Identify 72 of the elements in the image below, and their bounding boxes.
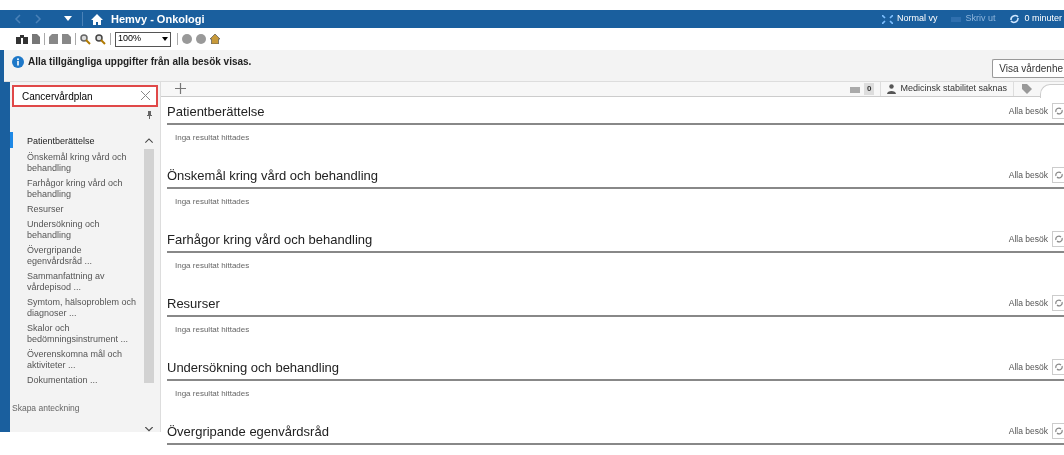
show-care-unit-button[interactable]: Visa vårdenhe bbox=[992, 59, 1064, 78]
page-icon[interactable] bbox=[32, 34, 40, 44]
section-title: Farhågor kring vård och behandling bbox=[167, 230, 373, 249]
visit-filter[interactable]: Alla besök bbox=[1008, 105, 1048, 118]
sidebar-item[interactable]: Övergripande egenvårdsråd ... bbox=[27, 245, 137, 267]
next-page-icon[interactable] bbox=[62, 34, 71, 44]
close-icon[interactable] bbox=[141, 91, 150, 100]
refresh-button[interactable] bbox=[1052, 102, 1064, 119]
refresh-icon bbox=[1055, 234, 1063, 243]
section-title: Önskemål kring vård och behandling bbox=[167, 166, 378, 185]
visit-filter[interactable]: Alla besök bbox=[1008, 169, 1048, 182]
visit-filter[interactable]: Alla besök bbox=[1008, 425, 1048, 438]
scroll-down-icon[interactable] bbox=[145, 427, 153, 432]
no-results-text: Inga resultat hittades bbox=[175, 195, 251, 208]
inbox-icon[interactable] bbox=[850, 84, 860, 93]
info-message: Alla tillgängliga uppgifter från alla besök visas. bbox=[28, 55, 252, 69]
zoom-out-icon[interactable] bbox=[80, 33, 91, 45]
zoom-dropdown[interactable]: 100% bbox=[115, 31, 171, 47]
sidebar-item[interactable]: Patientberättelse bbox=[27, 136, 137, 148]
home-icon[interactable] bbox=[210, 34, 220, 44]
binoculars-icon[interactable] bbox=[16, 34, 28, 44]
no-results-text: Inga resultat hittades bbox=[175, 323, 251, 336]
normal-view-button[interactable]: Normal vy bbox=[881, 12, 938, 26]
dropdown-icon[interactable] bbox=[64, 16, 72, 22]
pin-icon[interactable] bbox=[147, 111, 152, 119]
previous-page-icon[interactable] bbox=[49, 34, 58, 44]
no-results-text: Inga resultat hittades bbox=[175, 131, 251, 144]
refresh-button[interactable] bbox=[1052, 358, 1064, 375]
create-note-link[interactable]: Skapa anteckning bbox=[12, 402, 142, 415]
home-icon[interactable] bbox=[91, 13, 103, 25]
stability-status[interactable]: Medicinsk stabilitet saknas bbox=[900, 82, 1007, 96]
sidebar-item[interactable]: Skalor och bedömningsinstrument ... bbox=[27, 323, 137, 345]
sidebar-item[interactable]: Dokumentation ... bbox=[27, 375, 137, 386]
visit-filter[interactable]: Alla besök bbox=[1008, 361, 1048, 374]
scroll-up-icon[interactable] bbox=[145, 138, 153, 143]
count-badge: 0 bbox=[864, 82, 875, 95]
zoom-in-icon[interactable] bbox=[95, 33, 106, 45]
no-results-text: Inga resultat hittades bbox=[175, 259, 251, 272]
section-title: Övergripande egenvårdsråd bbox=[167, 422, 329, 441]
caret-icon bbox=[162, 37, 168, 41]
sidebar-item[interactable]: Undersökning och behandling bbox=[27, 219, 137, 241]
refresh-icon bbox=[1055, 362, 1063, 371]
sidebar-item[interactable]: Önskemål kring vård och behandling bbox=[27, 152, 137, 174]
info-icon bbox=[12, 55, 24, 68]
search-field[interactable]: Cancervårdplan bbox=[12, 85, 158, 107]
section-title: Undersökning och behandling bbox=[167, 358, 339, 377]
refresh-button[interactable] bbox=[1052, 230, 1064, 247]
refresh-icon bbox=[1009, 14, 1021, 24]
window-title: Hemvy - Onkologi bbox=[111, 11, 205, 27]
refresh-icon bbox=[1055, 106, 1063, 115]
refresh-button[interactable]: 0 minuter bbox=[1009, 12, 1062, 26]
normal-icon bbox=[881, 14, 893, 24]
refresh-icon bbox=[1055, 426, 1063, 435]
no-results-text: Inga resultat hittades bbox=[175, 387, 251, 400]
refresh-icon bbox=[1055, 170, 1063, 179]
refresh-button[interactable] bbox=[1052, 294, 1064, 311]
section-title: Resurser bbox=[167, 294, 220, 313]
refresh-icon bbox=[1055, 298, 1063, 307]
section-title: Patientberättelse bbox=[167, 102, 265, 121]
sidebar-item[interactable]: Överenskomna mål och aktiviteter ... bbox=[27, 349, 137, 371]
refresh-button[interactable] bbox=[1052, 166, 1064, 183]
sidebar-item[interactable]: Symtom, hälsoproblem och diagnoser ... bbox=[27, 297, 137, 319]
scrollbar-thumb[interactable] bbox=[144, 148, 154, 384]
sidebar-item[interactable]: Resurser bbox=[27, 204, 137, 215]
visit-filter[interactable]: Alla besök bbox=[1008, 233, 1048, 246]
refresh-button[interactable] bbox=[1052, 422, 1064, 439]
tag-icon[interactable] bbox=[1022, 83, 1032, 94]
sidebar-item[interactable]: Sammanfattning av vårdepisod ... bbox=[27, 271, 137, 293]
visit-filter[interactable]: Alla besök bbox=[1008, 297, 1048, 310]
add-icon[interactable] bbox=[175, 83, 186, 95]
person-icon[interactable] bbox=[887, 83, 897, 94]
sidebar-item[interactable]: Farhågor kring vård och behandling bbox=[27, 178, 137, 200]
